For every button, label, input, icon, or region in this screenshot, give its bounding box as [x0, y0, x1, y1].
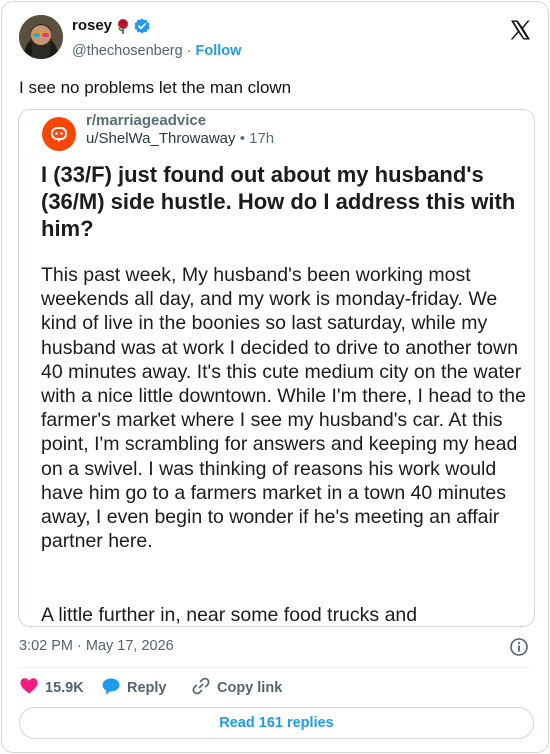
like-count: 15.9K: [45, 680, 84, 696]
reply-label: Reply: [127, 680, 167, 696]
reply-button[interactable]: Reply: [101, 678, 191, 698]
handle-separator: ·: [186, 43, 192, 59]
tweet-text: I see no problems let the man clown: [19, 78, 292, 97]
follow-button[interactable]: Follow: [196, 43, 242, 59]
tweet-card: rosey @thechosenberg · Follow I see no p…: [1, 1, 549, 753]
copy-link-label: Copy link: [217, 680, 283, 696]
post-username: u/ShelWa_Throwaway: [86, 130, 236, 147]
heart-icon: [19, 676, 39, 700]
post-body: This past week, My husband's been workin…: [41, 264, 526, 553]
post-meta-dot: •: [239, 130, 245, 147]
post-title: I (33/F) just found out about my husband…: [41, 162, 516, 241]
author-name[interactable]: rosey: [72, 17, 112, 34]
link-icon: [191, 676, 211, 700]
post-age: 17h: [249, 130, 275, 147]
embedded-reddit-screenshot[interactable]: r/marriageadvice u/ShelWa_Throwaway • 17…: [18, 109, 535, 627]
post-body-continued: A little further in, near some food truc…: [41, 604, 418, 626]
author-name-row: rosey: [72, 17, 150, 34]
copy-link-button[interactable]: Copy link: [191, 676, 283, 700]
action-bar: 15.9K Reply Copy link: [19, 676, 283, 700]
reply-bubble-icon: [101, 676, 121, 700]
reddit-logo-icon: [42, 117, 76, 151]
handle-row: @thechosenberg · Follow: [72, 43, 241, 59]
rose-icon: [116, 18, 130, 34]
like-button[interactable]: 15.9K: [19, 678, 101, 698]
read-replies-button[interactable]: Read 161 replies: [19, 707, 534, 739]
avatar[interactable]: [19, 15, 63, 59]
info-icon[interactable]: [509, 637, 529, 657]
x-logo-icon[interactable]: [508, 18, 532, 42]
avatar-image: [19, 15, 63, 59]
subreddit-name: r/marriageadvice: [86, 112, 207, 129]
post-meta: u/ShelWa_Throwaway • 17h: [86, 130, 274, 147]
author-handle[interactable]: @thechosenberg: [72, 43, 183, 59]
tweet-timestamp[interactable]: 3:02 PM · May 17, 2026: [19, 638, 174, 654]
divider: [19, 667, 531, 668]
verified-badge-icon: [134, 18, 150, 34]
